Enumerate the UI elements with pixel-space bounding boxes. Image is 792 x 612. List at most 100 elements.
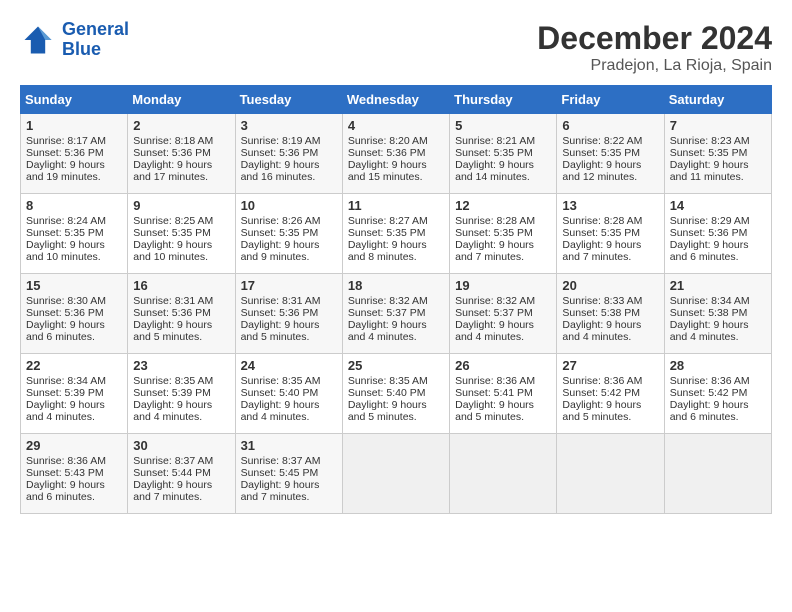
calendar-cell: 22Sunrise: 8:34 AMSunset: 5:39 PMDayligh… bbox=[21, 354, 128, 434]
calendar-cell: 10Sunrise: 8:26 AMSunset: 5:35 PMDayligh… bbox=[235, 194, 342, 274]
cell-info-line: Sunrise: 8:32 AM bbox=[348, 295, 444, 307]
cell-info-line: Sunrise: 8:20 AM bbox=[348, 135, 444, 147]
cell-info-line: Daylight: 9 hours bbox=[670, 239, 766, 251]
logo-text: General Blue bbox=[62, 20, 129, 60]
cell-info-line: Sunrise: 8:33 AM bbox=[562, 295, 658, 307]
cell-info-line: Daylight: 9 hours bbox=[562, 319, 658, 331]
day-number: 25 bbox=[348, 358, 444, 373]
day-number: 15 bbox=[26, 278, 122, 293]
calendar-cell: 1Sunrise: 8:17 AMSunset: 5:36 PMDaylight… bbox=[21, 114, 128, 194]
cell-info-line: Sunset: 5:38 PM bbox=[562, 307, 658, 319]
cell-info-line: Sunrise: 8:36 AM bbox=[455, 375, 551, 387]
cell-info-line: Sunrise: 8:36 AM bbox=[562, 375, 658, 387]
cell-info-line: Sunrise: 8:32 AM bbox=[455, 295, 551, 307]
weekday-header: Monday bbox=[128, 86, 235, 114]
calendar-cell: 24Sunrise: 8:35 AMSunset: 5:40 PMDayligh… bbox=[235, 354, 342, 434]
cell-info-line: and 6 minutes. bbox=[26, 491, 122, 503]
cell-info-line: Sunrise: 8:31 AM bbox=[133, 295, 229, 307]
cell-info-line: Sunrise: 8:35 AM bbox=[133, 375, 229, 387]
cell-info-line: Sunset: 5:41 PM bbox=[455, 387, 551, 399]
calendar-cell: 23Sunrise: 8:35 AMSunset: 5:39 PMDayligh… bbox=[128, 354, 235, 434]
calendar-cell: 21Sunrise: 8:34 AMSunset: 5:38 PMDayligh… bbox=[664, 274, 771, 354]
calendar-cell: 12Sunrise: 8:28 AMSunset: 5:35 PMDayligh… bbox=[450, 194, 557, 274]
cell-info-line: Sunrise: 8:27 AM bbox=[348, 215, 444, 227]
day-number: 8 bbox=[26, 198, 122, 213]
cell-info-line: Sunset: 5:39 PM bbox=[133, 387, 229, 399]
cell-info-line: Sunset: 5:36 PM bbox=[133, 147, 229, 159]
cell-info-line: Daylight: 9 hours bbox=[562, 399, 658, 411]
calendar-cell: 7Sunrise: 8:23 AMSunset: 5:35 PMDaylight… bbox=[664, 114, 771, 194]
cell-info-line: and 4 minutes. bbox=[133, 411, 229, 423]
cell-info-line: Sunset: 5:36 PM bbox=[670, 227, 766, 239]
calendar-cell: 18Sunrise: 8:32 AMSunset: 5:37 PMDayligh… bbox=[342, 274, 449, 354]
day-number: 24 bbox=[241, 358, 337, 373]
day-number: 11 bbox=[348, 198, 444, 213]
calendar-cell bbox=[342, 434, 449, 514]
cell-info-line: and 17 minutes. bbox=[133, 171, 229, 183]
cell-info-line: Sunset: 5:36 PM bbox=[133, 307, 229, 319]
cell-info-line: Sunset: 5:35 PM bbox=[241, 227, 337, 239]
day-number: 23 bbox=[133, 358, 229, 373]
day-number: 20 bbox=[562, 278, 658, 293]
cell-info-line: Daylight: 9 hours bbox=[348, 159, 444, 171]
weekday-header: Friday bbox=[557, 86, 664, 114]
cell-info-line: Sunset: 5:35 PM bbox=[562, 147, 658, 159]
day-number: 16 bbox=[133, 278, 229, 293]
cell-info-line: Sunset: 5:35 PM bbox=[562, 227, 658, 239]
calendar-table: SundayMondayTuesdayWednesdayThursdayFrid… bbox=[20, 85, 772, 514]
cell-info-line: Daylight: 9 hours bbox=[241, 479, 337, 491]
cell-info-line: Sunset: 5:35 PM bbox=[455, 227, 551, 239]
cell-info-line: Sunset: 5:38 PM bbox=[670, 307, 766, 319]
calendar-cell: 19Sunrise: 8:32 AMSunset: 5:37 PMDayligh… bbox=[450, 274, 557, 354]
cell-info-line: Daylight: 9 hours bbox=[670, 319, 766, 331]
calendar-cell: 31 Sunrise: 8:37 AMSunset: 5:45 PMDayligh… bbox=[235, 434, 342, 514]
cell-info-line: Sunrise: 8:36 AM bbox=[670, 375, 766, 387]
cell-info-line: and 6 minutes. bbox=[670, 411, 766, 423]
cell-info-line: Sunset: 5:43 PM bbox=[26, 467, 122, 479]
cell-info-line: Sunrise: 8:34 AM bbox=[670, 295, 766, 307]
cell-info-line: Sunset: 5:45 PM bbox=[241, 467, 337, 479]
calendar-cell: 16Sunrise: 8:31 AMSunset: 5:36 PMDayligh… bbox=[128, 274, 235, 354]
cell-info-line: Sunset: 5:42 PM bbox=[670, 387, 766, 399]
cell-info-line: Sunset: 5:35 PM bbox=[455, 147, 551, 159]
page-header: General Blue December 2024 Pradejon, La … bbox=[20, 20, 772, 75]
cell-info-line: Sunrise: 8:25 AM bbox=[133, 215, 229, 227]
cell-info-line: and 4 minutes. bbox=[562, 331, 658, 343]
cell-info-line: Sunrise: 8:37 AM bbox=[241, 455, 337, 467]
cell-info-line: Sunrise: 8:37 AM bbox=[133, 455, 229, 467]
calendar-cell: 17Sunrise: 8:31 AMSunset: 5:36 PMDayligh… bbox=[235, 274, 342, 354]
cell-info-line: Sunrise: 8:24 AM bbox=[26, 215, 122, 227]
calendar-cell: 28Sunrise: 8:36 AMSunset: 5:42 PMDayligh… bbox=[664, 354, 771, 434]
day-number: 13 bbox=[562, 198, 658, 213]
cell-info-line: Sunset: 5:44 PM bbox=[133, 467, 229, 479]
cell-info-line: Sunset: 5:36 PM bbox=[26, 307, 122, 319]
cell-info-line: Sunrise: 8:30 AM bbox=[26, 295, 122, 307]
day-number: 31 bbox=[241, 438, 337, 453]
weekday-header: Sunday bbox=[21, 86, 128, 114]
logo-icon bbox=[20, 22, 56, 58]
title-block: December 2024 Pradejon, La Rioja, Spain bbox=[537, 20, 772, 75]
cell-info-line: Sunset: 5:35 PM bbox=[133, 227, 229, 239]
cell-info-line: Sunrise: 8:17 AM bbox=[26, 135, 122, 147]
cell-info-line: and 10 minutes. bbox=[133, 251, 229, 263]
calendar-cell bbox=[450, 434, 557, 514]
cell-info-line: Sunset: 5:40 PM bbox=[241, 387, 337, 399]
cell-info-line: Sunrise: 8:34 AM bbox=[26, 375, 122, 387]
cell-info-line: and 4 minutes. bbox=[348, 331, 444, 343]
day-number: 1 bbox=[26, 118, 122, 133]
calendar-cell: 26Sunrise: 8:36 AMSunset: 5:41 PMDayligh… bbox=[450, 354, 557, 434]
calendar-cell: 13Sunrise: 8:28 AMSunset: 5:35 PMDayligh… bbox=[557, 194, 664, 274]
day-number: 26 bbox=[455, 358, 551, 373]
weekday-header: Wednesday bbox=[342, 86, 449, 114]
cell-info-line: Sunrise: 8:22 AM bbox=[562, 135, 658, 147]
cell-info-line: and 7 minutes. bbox=[562, 251, 658, 263]
cell-info-line: Daylight: 9 hours bbox=[562, 159, 658, 171]
cell-info-line: and 7 minutes. bbox=[241, 491, 337, 503]
logo: General Blue bbox=[20, 20, 129, 60]
calendar-cell: 8Sunrise: 8:24 AMSunset: 5:35 PMDaylight… bbox=[21, 194, 128, 274]
calendar-cell: 27Sunrise: 8:36 AMSunset: 5:42 PMDayligh… bbox=[557, 354, 664, 434]
cell-info-line: Daylight: 9 hours bbox=[670, 159, 766, 171]
cell-info-line: Daylight: 9 hours bbox=[26, 239, 122, 251]
cell-info-line: Sunset: 5:36 PM bbox=[26, 147, 122, 159]
month-title: December 2024 bbox=[537, 20, 772, 57]
